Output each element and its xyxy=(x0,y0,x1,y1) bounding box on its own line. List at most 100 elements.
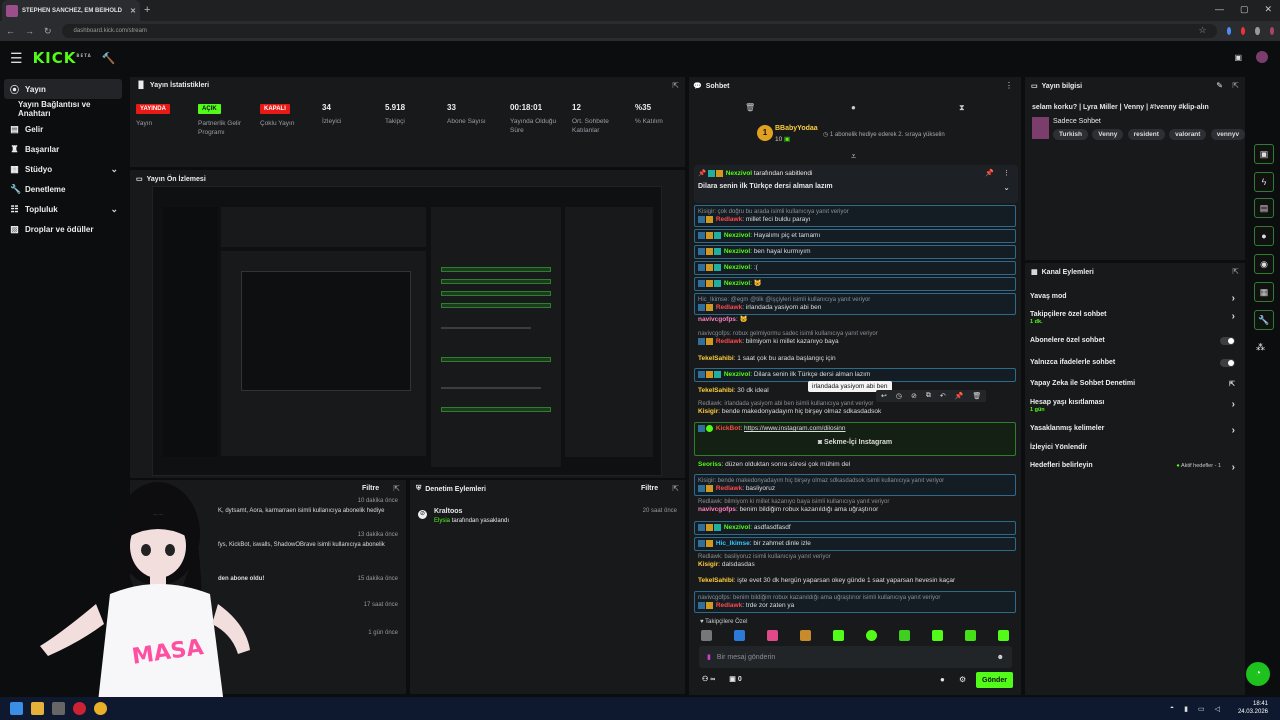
chat-message[interactable]: Hic_Ikimse: @egm @tilk @işçiyleri isimli… xyxy=(694,293,1016,316)
chat-message[interactable]: Nexzivol: :( xyxy=(694,261,1016,276)
chat-message[interactable]: Redlawk: basliyoruz isimli kullanıcıya y… xyxy=(694,553,1016,569)
action-banned-words[interactable]: Yasaklanmış kelimeler › xyxy=(1030,425,1235,436)
tag-chip[interactable]: vennyv xyxy=(1210,129,1246,140)
chat-username[interactable]: Nexzivol xyxy=(724,371,750,378)
extension-icon[interactable] xyxy=(1226,27,1231,35)
chat-message[interactable]: Nexzivol: ben hayal kurmıyım xyxy=(694,245,1016,260)
chat-username[interactable]: Nexzivol xyxy=(724,248,750,255)
chat-username[interactable]: Hic_Ikimse xyxy=(716,540,750,547)
close-window-icon[interactable]: ✕ xyxy=(1264,4,1272,15)
instagram-embed-button[interactable]: ◙ Sekme-İçi Instagram xyxy=(698,439,1012,447)
popout-icon[interactable]: ⇱ xyxy=(1232,267,1239,276)
network-icon[interactable]: ▭ xyxy=(1198,705,1205,713)
menu-icon[interactable]: ☰ xyxy=(10,50,23,67)
chat-username[interactable]: Kisigir xyxy=(698,561,718,568)
volume-icon[interactable]: ◁ xyxy=(1215,705,1220,713)
chat-message[interactable]: Nexzivol: Hayalımı piç et tamamı xyxy=(694,229,1016,244)
chevron-down-icon[interactable]: ⌄ xyxy=(1003,183,1010,192)
chat-username[interactable]: KickBot xyxy=(716,425,741,432)
send-button[interactable]: Gönder xyxy=(976,672,1013,688)
chat-username[interactable]: Kisigir xyxy=(698,408,718,415)
emote-icon[interactable] xyxy=(932,630,943,641)
popout-icon[interactable]: ⇱ xyxy=(1232,81,1239,90)
stream-preview-video[interactable] xyxy=(152,186,662,476)
hourglass-icon[interactable]: ⧗ xyxy=(959,103,965,113)
sidebar-item-gelir[interactable]: ▤ Gelir xyxy=(0,119,126,139)
kick-logo[interactable]: KICKBETA xyxy=(33,49,92,67)
popout-icon[interactable]: ⇱ xyxy=(672,484,679,493)
reply-icon[interactable]: ↩ xyxy=(881,392,887,400)
chat-message[interactable]: Seoriss: düzen olduktan sonra süresi çok… xyxy=(694,461,1016,469)
edit-icon[interactable]: ✎ xyxy=(1216,81,1223,90)
emote-icon[interactable] xyxy=(833,630,844,641)
sidebar-item-denetleme[interactable]: 🔧 Denetleme xyxy=(0,179,126,199)
action-emotes-only[interactable]: Yalnızca ifadelerle sohbet xyxy=(1030,359,1235,367)
pinned-by-user[interactable]: Nexzivol xyxy=(726,170,752,177)
emote-icon[interactable] xyxy=(998,630,1009,641)
extension-icon[interactable] xyxy=(1240,27,1246,35)
chat-message[interactable]: Hic_Ikimse: bir zahmet dinle izle xyxy=(694,537,1016,552)
pinned-message[interactable]: 📌 Nexzivol tarafından sabitlendi Dilara … xyxy=(694,165,1018,203)
tag-chip[interactable]: Venny xyxy=(1092,129,1124,140)
reload-icon[interactable]: ↻ xyxy=(44,26,52,37)
emote-icon[interactable] xyxy=(800,630,811,641)
undo-icon[interactable]: ↶ xyxy=(940,392,946,400)
system-clock[interactable]: 18:41 24.03.2026 xyxy=(1238,700,1268,716)
rail-chat-icon[interactable]: ● xyxy=(1254,226,1274,246)
emote-icon[interactable] xyxy=(701,630,712,641)
app-icon[interactable] xyxy=(52,702,65,715)
action-goals[interactable]: Hedefleri belirleyin ● Aktif hedefler - … xyxy=(1030,462,1235,473)
action-account-age[interactable]: Hesap yaşı kısıtlaması 1 gün › xyxy=(1030,399,1235,413)
unpin-icon[interactable]: 📌 xyxy=(985,169,994,177)
chat-username[interactable]: Nexzivol xyxy=(724,264,750,271)
tag-chip[interactable]: Turkish xyxy=(1053,129,1088,140)
headset-icon[interactable]: ◓ xyxy=(1170,705,1174,713)
more-options-icon[interactable]: ⋮ xyxy=(1005,81,1013,90)
action-ai-moderation[interactable]: Yapay Zeka ile Sohbet Denetimi ⇱ xyxy=(1030,380,1235,388)
profile-avatar-icon[interactable] xyxy=(1269,27,1274,35)
sidebar-item-stream-key[interactable]: Yayın Bağlantısı ve Anahtarı xyxy=(0,99,126,119)
support-chat-icon[interactable]: ◔ xyxy=(1246,662,1270,686)
hammer-icon[interactable]: 🔨 xyxy=(102,52,116,65)
popout-icon[interactable]: ⇱ xyxy=(393,484,400,493)
action-followers-only[interactable]: Takipçilere özel sohbet 1 dk. › xyxy=(1030,311,1235,325)
toggle-switch[interactable] xyxy=(1220,359,1235,367)
chat-username[interactable]: Redlawk xyxy=(716,602,742,609)
app-icon[interactable] xyxy=(73,702,86,715)
chat-username[interactable]: Redlawk xyxy=(716,304,742,311)
rail-notes-icon[interactable]: ▤ xyxy=(1254,198,1274,218)
chat-input[interactable]: ▮ Bir mesaj gönderin ☻ xyxy=(699,646,1012,668)
chat-feed[interactable]: Kisigir: çok doğru bu arada isimli kulla… xyxy=(694,203,1016,615)
emote-icon[interactable] xyxy=(734,630,745,641)
chat-message[interactable]: navivcgofps: 🐱 xyxy=(694,316,1016,324)
ban-icon[interactable]: ⊘ xyxy=(911,392,917,400)
sidebar-item-basarilar[interactable]: ♜ Başarılar xyxy=(0,139,126,159)
chat-username[interactable]: Redlawk xyxy=(716,216,742,223)
maximize-icon[interactable]: ▢ xyxy=(1240,4,1249,15)
sidebar-item-studyo[interactable]: ▦ Stüdyo ⌄ xyxy=(0,159,126,179)
chat-message[interactable]: Nexzivol: asdfasdfasdf xyxy=(694,521,1016,536)
tag-chip[interactable]: valorant xyxy=(1169,129,1207,140)
sidebar-item-droplar[interactable]: ▨ Droplar ve ödüller xyxy=(0,219,126,239)
sidebar-item-topluluk[interactable]: ☷ Topluluk ⌄ xyxy=(0,199,126,219)
toggle-switch[interactable] xyxy=(1220,337,1235,345)
points-counter[interactable]: ▣ 0 xyxy=(729,675,741,683)
top-gifter-name[interactable]: BBabyYodaa xyxy=(775,125,818,132)
emote-icon[interactable] xyxy=(899,630,910,641)
chat-message[interactable]: Redlawk: bilmiyom ki millet kazanıyo bay… xyxy=(694,498,1016,514)
popout-icon[interactable]: ⇱ xyxy=(672,81,679,90)
chat-username[interactable]: navivcgofps xyxy=(698,316,736,323)
emote-icon[interactable] xyxy=(767,630,778,641)
obs-icon[interactable]: ▣ xyxy=(1234,53,1242,62)
chat-link[interactable]: https://www.instagram.com/dilosinn xyxy=(744,425,846,432)
chat-message[interactable]: Kisigir: çok doğru bu arada isimli kulla… xyxy=(694,205,1016,228)
puzzle-icon[interactable] xyxy=(1255,27,1260,35)
copy-icon[interactable]: ⧉ xyxy=(926,392,931,400)
rail-bolt-icon[interactable]: ϟ xyxy=(1254,172,1274,192)
chat-bubble-icon[interactable]: ● xyxy=(851,103,856,112)
tag-chip[interactable]: resident xyxy=(1127,129,1165,140)
close-tab-icon[interactable]: ✕ xyxy=(130,7,136,15)
rail-broadcast-icon[interactable]: ◉ xyxy=(1254,254,1274,274)
back-icon[interactable]: ← xyxy=(6,26,15,36)
file-explorer-icon[interactable] xyxy=(31,702,44,715)
